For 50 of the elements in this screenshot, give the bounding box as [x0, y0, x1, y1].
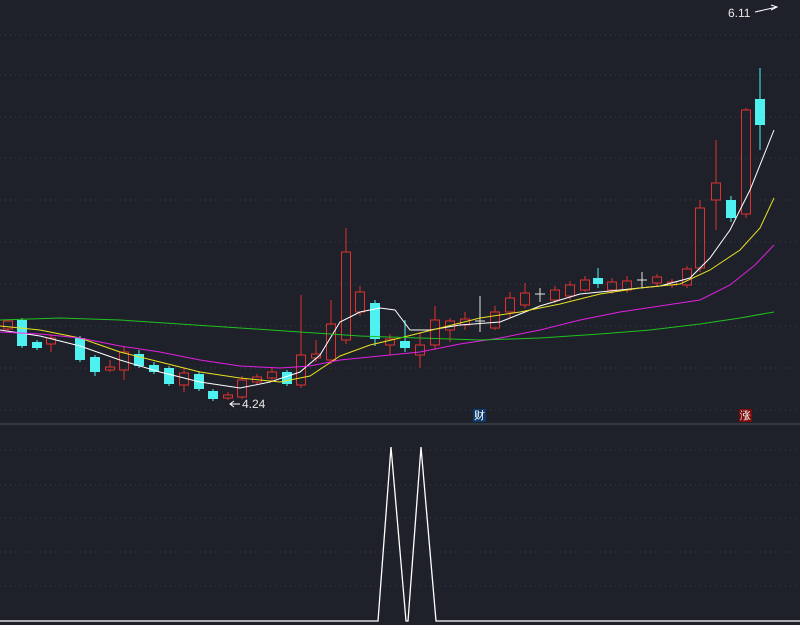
- candlestick: [550, 286, 560, 304]
- candlestick: [164, 366, 174, 386]
- candlestick: [490, 306, 500, 330]
- arrow-icon: [229, 400, 240, 408]
- candlestick: [75, 336, 85, 362]
- candlestick: [370, 300, 380, 346]
- candlestick: [652, 274, 662, 286]
- candlestick: [415, 332, 425, 368]
- candlestick: [311, 340, 321, 362]
- candlestick: [607, 278, 617, 294]
- candlestick: [445, 318, 455, 342]
- candlestick: [194, 372, 204, 392]
- candlestick: [252, 374, 262, 386]
- candlestick: [326, 300, 336, 364]
- event-tag: 涨: [739, 409, 752, 422]
- candlestick: [534, 288, 546, 302]
- candlestick: [580, 276, 590, 292]
- candlestick: [134, 350, 144, 368]
- candlestick: [17, 318, 27, 348]
- candlestick: [208, 388, 218, 402]
- candlestick: [237, 376, 247, 400]
- candlestick: [223, 392, 233, 400]
- candlestick: [179, 368, 189, 392]
- candlestick: [119, 346, 129, 380]
- candlestick: [622, 276, 632, 294]
- candlestick: [430, 306, 440, 350]
- candlestick: [682, 266, 692, 288]
- candlestick: [3, 318, 13, 332]
- candlestick: [32, 340, 42, 350]
- candlestick: [726, 196, 736, 222]
- candlestick: [565, 280, 575, 300]
- candlestick: [667, 278, 677, 288]
- low-price-label: 4.24: [242, 397, 266, 411]
- candlestick: [460, 312, 470, 330]
- arrow-icon: [754, 4, 778, 12]
- high-price-label: 6.11: [728, 6, 750, 20]
- candlestick: [505, 292, 515, 318]
- candlestick: [267, 368, 277, 382]
- candlestick: [385, 334, 395, 356]
- candlestick: [46, 334, 56, 352]
- candlestick: [355, 286, 365, 316]
- candlestick: [520, 282, 530, 308]
- candlestick: [636, 272, 648, 288]
- candlestick: [149, 362, 159, 374]
- candlestick: [90, 354, 100, 376]
- candlestick: [105, 360, 115, 372]
- candlestick: [474, 296, 486, 332]
- event-tag: 财: [473, 409, 486, 422]
- candlestick: [400, 320, 410, 352]
- candlestick: [593, 268, 603, 288]
